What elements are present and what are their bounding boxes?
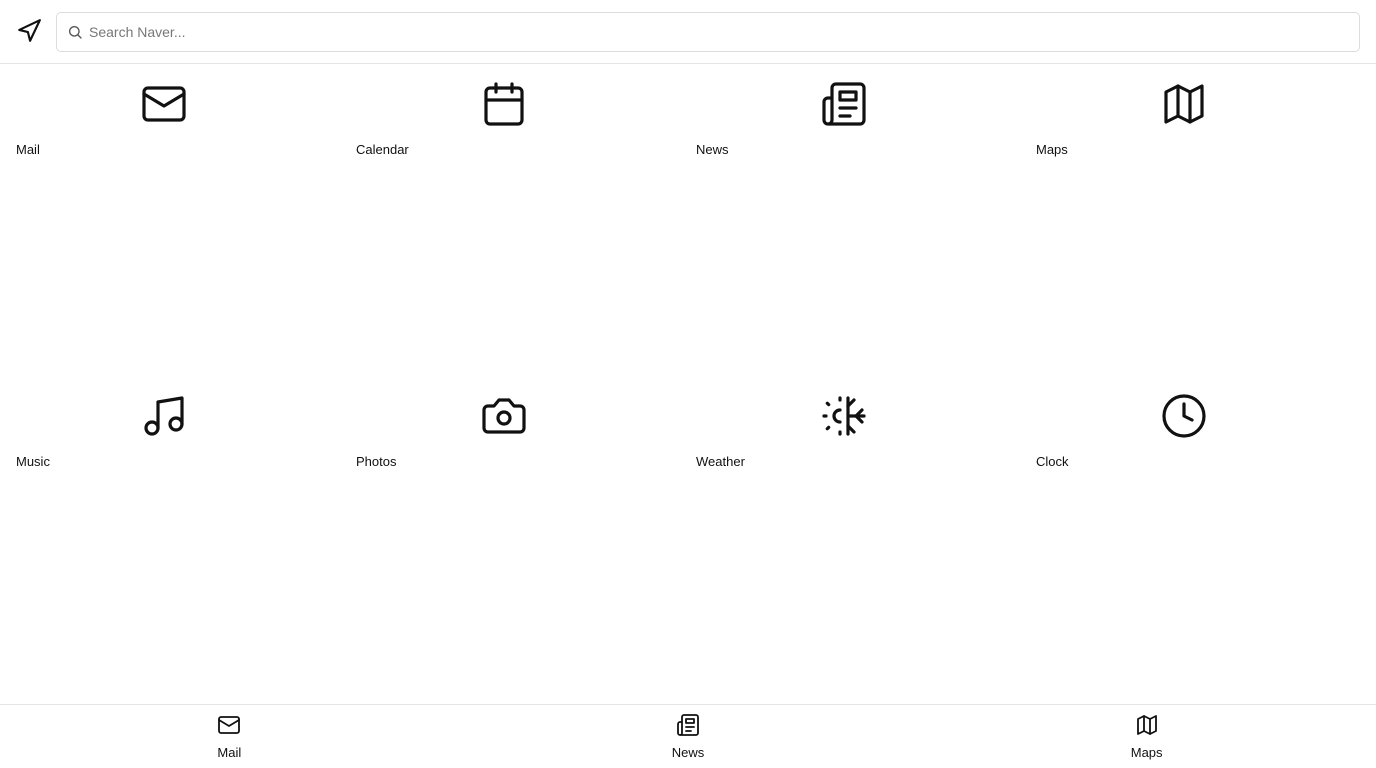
app-grid: Mail Calendar News Maps Music Photos Wea…: [0, 64, 1376, 704]
app-tile-news[interactable]: News: [680, 64, 1020, 376]
map-icon: [1160, 80, 1208, 128]
bottom-navigation: Mail News Maps: [0, 704, 1376, 768]
bottom-nav-item-news[interactable]: News: [459, 705, 918, 768]
app-tile-label: Mail: [16, 142, 40, 157]
navigation-button[interactable]: [14, 16, 44, 46]
bottom-nav-item-mail[interactable]: Mail: [0, 705, 459, 768]
app-tile-mail[interactable]: Mail: [0, 64, 340, 376]
app-tile-clock[interactable]: Clock: [1020, 376, 1360, 704]
app-tile-music[interactable]: Music: [0, 376, 340, 704]
navigation-arrow-icon: [16, 18, 42, 44]
app-tile-photos[interactable]: Photos: [340, 376, 680, 704]
app-tile-calendar[interactable]: Calendar: [340, 64, 680, 376]
app-tile-label: Music: [16, 454, 50, 469]
app-tile-label: Calendar: [356, 142, 409, 157]
app-tile-label: Weather: [696, 454, 745, 469]
music-icon: [140, 392, 188, 440]
bottom-nav-item-maps[interactable]: Maps: [917, 705, 1376, 768]
app-tile-label: Maps: [1036, 142, 1068, 157]
mail-icon: [140, 80, 188, 128]
app-tile-weather[interactable]: Weather: [680, 376, 1020, 704]
calendar-icon: [480, 80, 528, 128]
app-tile-label: Photos: [356, 454, 397, 469]
bottom-nav-label: Mail: [217, 745, 242, 760]
bottom-nav-label: News: [671, 745, 705, 760]
camera-icon: [480, 392, 528, 440]
top-header: [0, 0, 1376, 64]
search-input[interactable]: [89, 13, 1349, 51]
map-icon: [1135, 713, 1159, 737]
bottom-nav-label: Maps: [1130, 745, 1163, 760]
sun-snow-icon: [820, 392, 868, 440]
search-icon: [67, 24, 83, 40]
mail-icon: [217, 713, 241, 737]
search-bar[interactable]: [56, 12, 1360, 52]
app-tile-label: News: [696, 142, 729, 157]
app-tile-label: Clock: [1036, 454, 1069, 469]
clock-icon: [1160, 392, 1208, 440]
newspaper-icon: [676, 713, 700, 737]
app-tile-maps[interactable]: Maps: [1020, 64, 1360, 376]
newspaper-icon: [820, 80, 868, 128]
